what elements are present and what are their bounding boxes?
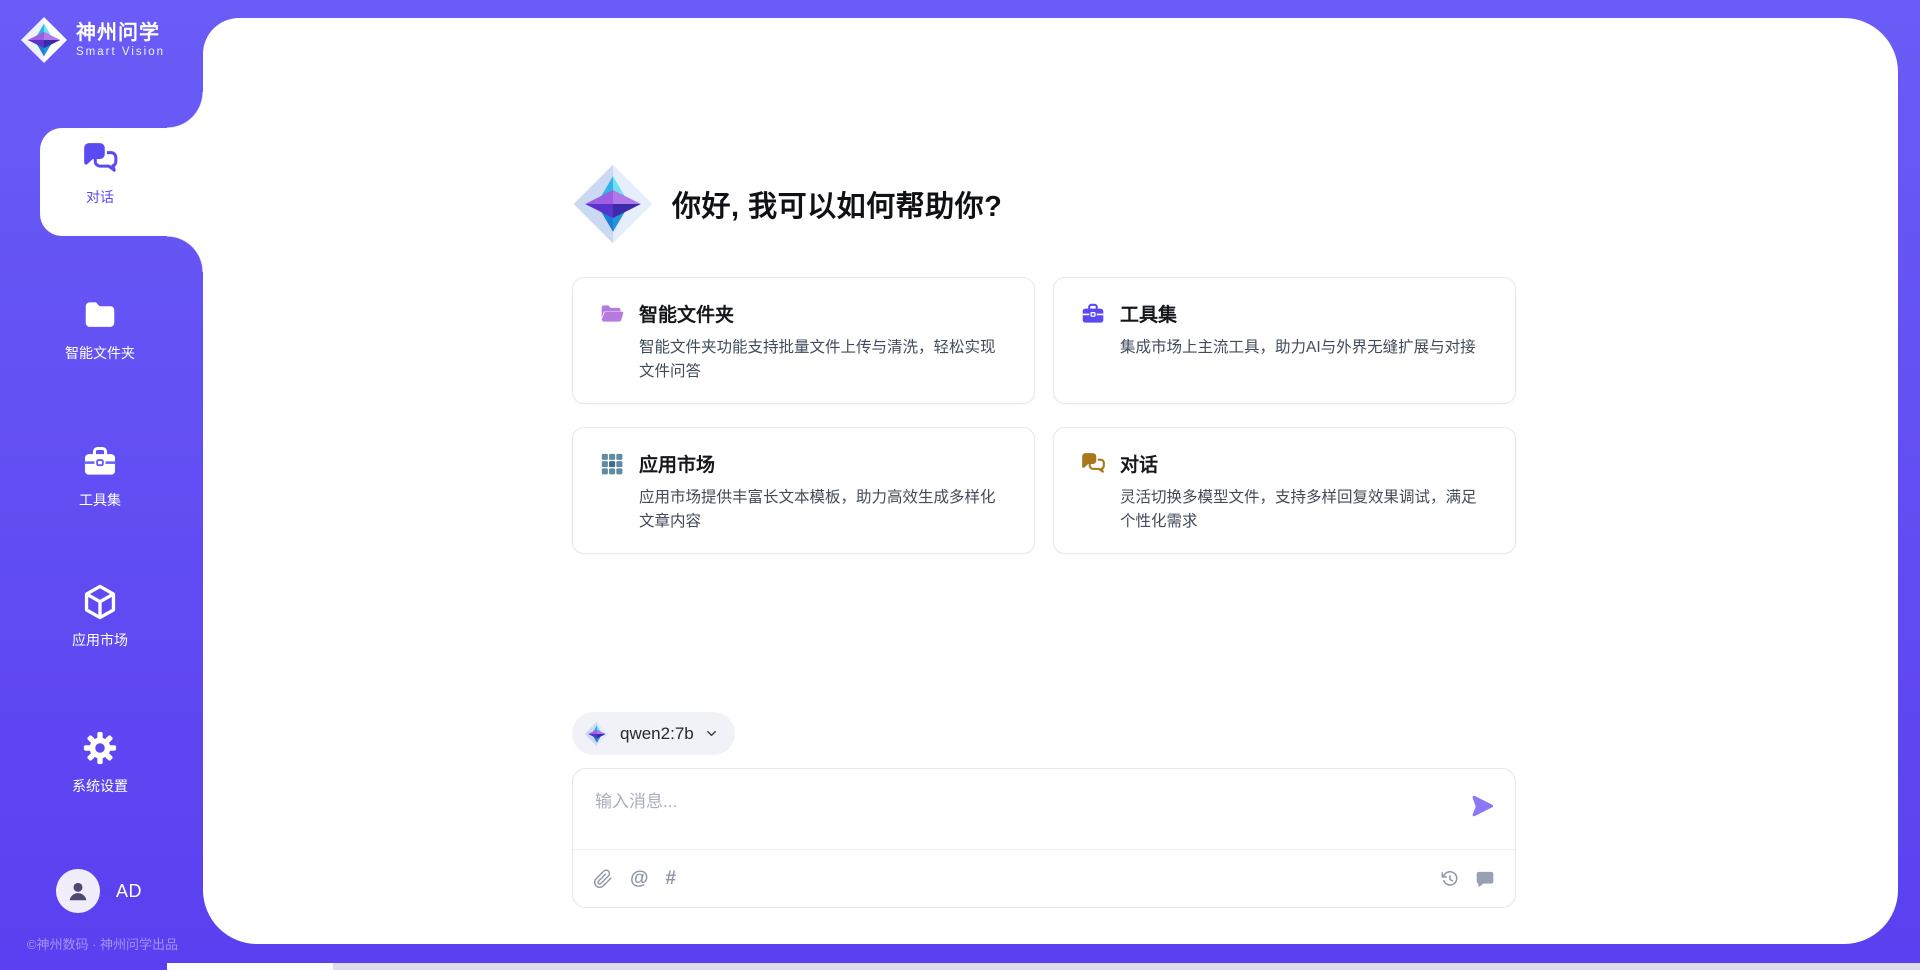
model-name: qwen2:7b <box>620 724 694 744</box>
horizontal-scrollbar-thumb[interactable] <box>167 963 333 970</box>
person-icon <box>65 878 91 904</box>
hashtag-button[interactable]: # <box>666 869 677 888</box>
toolbox-icon <box>81 443 119 481</box>
cube-icon <box>81 583 119 621</box>
sidebar-footer: ©神州数码 · 神州问学出品 <box>0 934 205 953</box>
history-icon <box>1440 869 1460 889</box>
message-input[interactable] <box>593 785 1437 847</box>
chevron-down-icon <box>704 726 719 741</box>
model-selector[interactable]: qwen2:7b <box>572 712 735 755</box>
brand-subtitle: Smart Vision <box>76 46 165 58</box>
card-desc: 应用市场提供丰富长文本模板，助力高效生成多样化文章内容 <box>639 486 1008 534</box>
card-app-market[interactable]: 应用市场 应用市场提供丰富长文本模板，助力高效生成多样化文章内容 <box>572 427 1035 554</box>
chat-square-icon <box>1475 869 1495 889</box>
paperclip-icon <box>593 869 613 889</box>
sidebar-item-label: 工具集 <box>79 490 121 510</box>
tab-fillet-top <box>167 92 203 128</box>
sidebar-item-label: 对话 <box>86 187 114 207</box>
card-desc: 智能文件夹功能支持批量文件上传与清洗，轻松实现文件问答 <box>639 336 1008 384</box>
user-name: AD <box>116 881 142 902</box>
card-title: 应用市场 <box>639 450 715 477</box>
sidebar-item-toolset[interactable]: 工具集 <box>0 443 200 510</box>
history-button[interactable] <box>1440 869 1460 889</box>
card-toolset[interactable]: 工具集 集成市场上主流工具，助力AI与外界无缝扩展与对接 <box>1053 277 1516 404</box>
brand: 神州问学 Smart Vision <box>20 16 165 64</box>
greeting-text: 你好, 我可以如何帮助你? <box>672 183 1002 225</box>
gear-icon <box>81 729 119 767</box>
sidebar-item-label: 智能文件夹 <box>65 343 135 363</box>
model-gem-icon <box>584 721 610 747</box>
attachment-button[interactable] <box>593 869 613 889</box>
feature-cards: 智能文件夹 智能文件夹功能支持批量文件上传与清洗，轻松实现文件问答 工具集 <box>572 277 1516 554</box>
card-title: 对话 <box>1120 450 1158 477</box>
card-chat[interactable]: 对话 灵活切换多模型文件，支持多样回复效果调试，满足个性化需求 <box>1053 427 1516 554</box>
avatar <box>56 869 100 913</box>
card-title: 智能文件夹 <box>639 300 734 327</box>
chat-bubbles-icon <box>1080 451 1106 477</box>
mention-button[interactable]: @ <box>630 869 649 888</box>
chat-toggle-button[interactable] <box>1475 869 1495 889</box>
tab-fillet-bottom <box>167 236 203 272</box>
message-composer: @ # <box>572 768 1516 908</box>
composer-toolbar: @ # <box>573 850 1515 907</box>
sidebar-item-chat[interactable]: 对话 <box>0 140 200 207</box>
brand-gem-icon <box>20 16 68 64</box>
toolbox-icon <box>1080 301 1106 327</box>
main-panel: 你好, 我可以如何帮助你? 智能文件夹 智能文件夹功能支持批量文件上传与清洗，轻… <box>203 18 1898 944</box>
main-content: 你好, 我可以如何帮助你? 智能文件夹 智能文件夹功能支持批量文件上传与清洗，轻… <box>572 18 1516 944</box>
greeting: 你好, 我可以如何帮助你? <box>572 163 1002 245</box>
sidebar-item-app-market[interactable]: 应用市场 <box>0 583 200 650</box>
sidebar-item-label: 系统设置 <box>72 776 128 796</box>
grid-icon <box>599 451 625 477</box>
card-title: 工具集 <box>1120 300 1177 327</box>
folder-open-icon <box>599 301 625 327</box>
sidebar-item-settings[interactable]: 系统设置 <box>0 729 200 796</box>
folder-icon <box>81 296 119 334</box>
card-smart-folder[interactable]: 智能文件夹 智能文件夹功能支持批量文件上传与清洗，轻松实现文件问答 <box>572 277 1035 404</box>
card-desc: 灵活切换多模型文件，支持多样回复效果调试，满足个性化需求 <box>1120 486 1489 534</box>
horizontal-scrollbar-track <box>167 963 1920 970</box>
sidebar-item-label: 应用市场 <box>72 630 128 650</box>
card-desc: 集成市场上主流工具，助力AI与外界无缝扩展与对接 <box>1120 336 1489 360</box>
chat-bubbles-icon <box>81 140 119 178</box>
brand-title: 神州问学 <box>76 22 165 44</box>
user-profile[interactable]: AD <box>56 869 142 913</box>
app-window: 神州问学 Smart Vision 对话 智能文件夹 工具集 <box>0 0 1920 970</box>
greeting-gem-icon <box>572 163 654 245</box>
send-icon[interactable] <box>1469 793 1495 819</box>
sidebar-item-smart-folder[interactable]: 智能文件夹 <box>0 296 200 363</box>
